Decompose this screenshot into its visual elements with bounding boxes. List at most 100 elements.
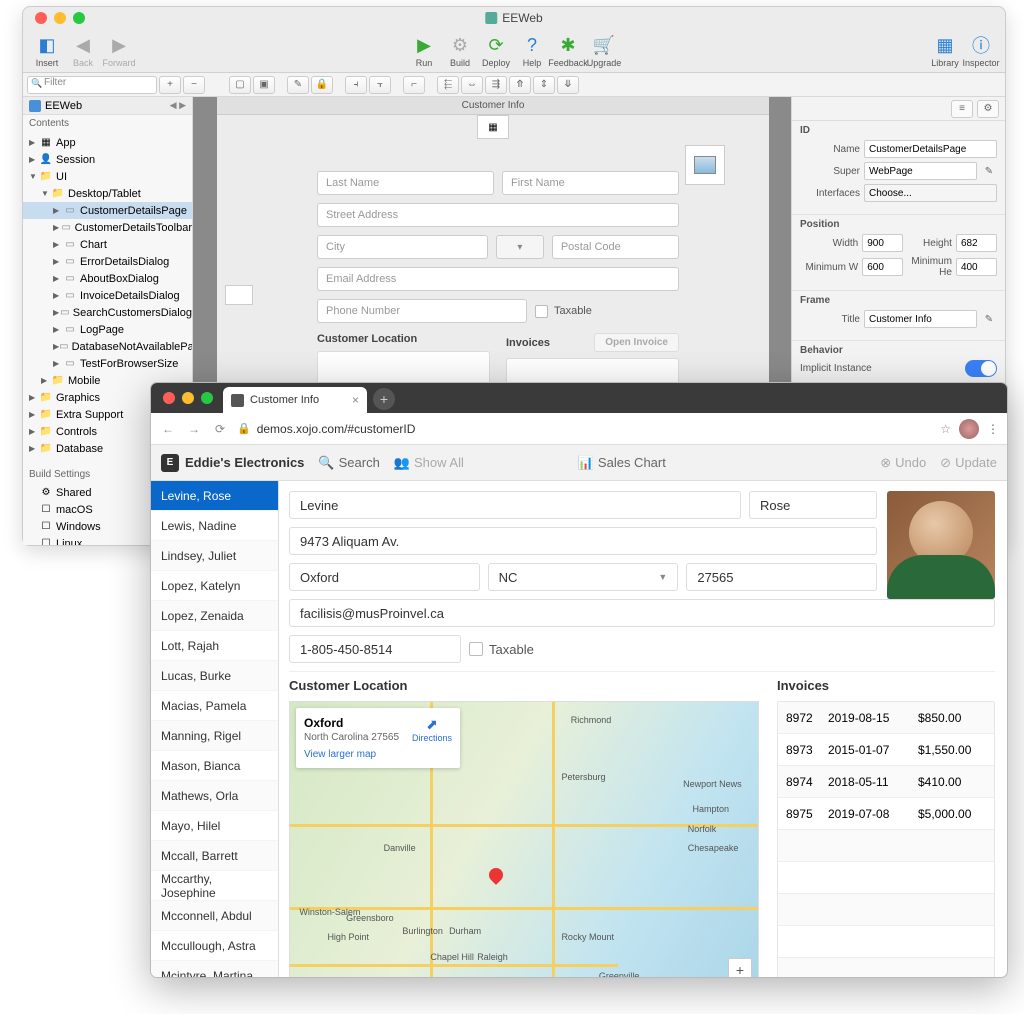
bookmark-icon[interactable]: ☆ [940, 422, 951, 436]
customer-item[interactable]: Levine, Rose [151, 481, 278, 511]
invoice-row[interactable]: 89722019-08-15$850.00 [778, 702, 994, 734]
email-field[interactable]: Email Address [317, 267, 679, 291]
super-input[interactable]: WebPage [864, 162, 977, 180]
first-name-input[interactable]: Rose [749, 491, 877, 519]
customer-item[interactable]: Mayo, Hilel [151, 811, 278, 841]
customer-list[interactable]: Levine, Rose Lewis, Nadine Lindsey, Juli… [151, 481, 279, 977]
help-button[interactable]: ?Help [516, 33, 548, 68]
phone-input[interactable]: 1-805-450-8514 [289, 635, 461, 663]
arrange-tool-1[interactable]: ⌐ [403, 76, 425, 94]
tree-item[interactable]: ▶▭LogPage [23, 321, 192, 338]
browser-tab[interactable]: Customer Info × [223, 387, 367, 413]
inspector-tab-1[interactable]: ≡ [951, 100, 973, 118]
browser-reload-button[interactable]: ⟳ [211, 422, 229, 436]
width-input[interactable]: 900 [862, 234, 903, 252]
feedback-button[interactable]: ✱Feedback [552, 33, 584, 68]
implicit-toggle[interactable] [965, 360, 997, 377]
customer-item[interactable]: Lopez, Zenaida [151, 601, 278, 631]
tree-item[interactable]: ▶▭AboutBoxDialog [23, 270, 192, 287]
tree-item[interactable]: ▶▭TestForBrowserSize [23, 355, 192, 372]
align-right[interactable]: ⇶ [485, 76, 507, 94]
phone-field[interactable]: Phone Number [317, 299, 527, 323]
align-middle[interactable]: ⇕ [533, 76, 555, 94]
profile-avatar[interactable] [959, 419, 979, 439]
close-icon[interactable] [35, 12, 47, 24]
customer-item[interactable]: Macias, Pamela [151, 691, 278, 721]
showall-button[interactable]: 👥Show All [394, 455, 464, 471]
build-button[interactable]: ⚙Build [444, 33, 476, 68]
add-button[interactable]: + [159, 76, 181, 94]
last-name-field[interactable]: Last Name [317, 171, 494, 195]
align-center-h[interactable]: ⇔ [461, 76, 483, 94]
city-field[interactable]: City [317, 235, 488, 259]
close-icon[interactable] [163, 392, 175, 404]
minw-input[interactable]: 600 [862, 258, 903, 276]
customer-item[interactable]: Manning, Rigel [151, 721, 278, 751]
browser-back-button[interactable]: ← [159, 422, 177, 436]
filter-input[interactable]: Filter [27, 76, 157, 94]
url-field[interactable]: 🔒demos.xojo.com/#customerID [237, 422, 932, 436]
minimize-icon[interactable] [54, 12, 66, 24]
customer-item[interactable]: Mcintyre, Martina [151, 961, 278, 977]
interfaces-button[interactable]: Choose... [864, 184, 997, 202]
tree-desktop[interactable]: ▼📁Desktop/Tablet [23, 185, 192, 202]
maximize-icon[interactable] [201, 392, 213, 404]
customer-item[interactable]: Mccarthy, Josephine [151, 871, 278, 901]
state-select[interactable]: NC▼ [488, 563, 679, 591]
edit-tool-1[interactable]: ✎ [287, 76, 309, 94]
menu-icon[interactable]: ⋮ [987, 422, 999, 436]
align-tool-2[interactable]: ⫟ [369, 76, 391, 94]
title-input[interactable]: Customer Info [864, 310, 977, 328]
back-button[interactable]: ◀Back [67, 33, 99, 68]
align-left[interactable]: ⬱ [437, 76, 459, 94]
layout-tool-1[interactable]: ▢ [229, 76, 251, 94]
sales-chart-button[interactable]: 📊Sales Chart [578, 455, 666, 471]
zoom-in-button[interactable]: + [729, 959, 751, 977]
insert-button[interactable]: ◧Insert [31, 33, 63, 68]
browser-forward-button[interactable]: → [185, 422, 203, 436]
update-button[interactable]: ⊘Update [940, 455, 997, 471]
tree-app[interactable]: ▶▦App [23, 134, 192, 151]
navigator-header[interactable]: EEWeb◀ ▶ [23, 97, 192, 115]
customer-item[interactable]: Mccall, Barrett [151, 841, 278, 871]
last-name-input[interactable]: Levine [289, 491, 741, 519]
library-button[interactable]: ▦Library [929, 33, 961, 68]
align-tool-1[interactable]: ⫞ [345, 76, 367, 94]
upgrade-button[interactable]: 🛒Upgrade [588, 33, 620, 68]
minimize-icon[interactable] [182, 392, 194, 404]
customer-item[interactable]: Lewis, Nadine [151, 511, 278, 541]
name-input[interactable]: CustomerDetailsPage [864, 140, 997, 158]
layout-tool-2[interactable]: ▣ [253, 76, 275, 94]
tab-close-icon[interactable]: × [352, 393, 359, 407]
customer-item[interactable]: Mcconnell, Abdul [151, 901, 278, 931]
lock-tool[interactable]: 🔒 [311, 76, 333, 94]
invoice-row[interactable]: 89732015-01-07$1,550.00 [778, 734, 994, 766]
tree-customerdetailspage[interactable]: ▶▭CustomerDetailsPage [23, 202, 192, 219]
remove-button[interactable]: − [183, 76, 205, 94]
view-larger-link[interactable]: View larger map [304, 749, 452, 760]
invoice-row[interactable]: 89742018-05-11$410.00 [778, 766, 994, 798]
maximize-icon[interactable] [73, 12, 85, 24]
tree-session[interactable]: ▶👤Session [23, 151, 192, 168]
run-button[interactable]: ▶Run [408, 33, 440, 68]
customer-item[interactable]: Lucas, Burke [151, 661, 278, 691]
invoice-row[interactable]: 89752019-07-08$5,000.00 [778, 798, 994, 830]
toolbar-placeholder[interactable]: ▦ [477, 115, 509, 139]
street-field[interactable]: Street Address [317, 203, 679, 227]
tree-item[interactable]: ▶▭CustomerDetailsToolbar [23, 219, 192, 236]
customer-item[interactable]: Mason, Bianca [151, 751, 278, 781]
tree-item[interactable]: ▶▭InvoiceDetailsDialog [23, 287, 192, 304]
deploy-button[interactable]: ⟳Deploy [480, 33, 512, 68]
email-input[interactable]: facilisis@musProinvel.ca [289, 599, 995, 627]
city-input[interactable]: Oxford [289, 563, 480, 591]
customer-item[interactable]: Lindsey, Juliet [151, 541, 278, 571]
postal-field[interactable]: Postal Code [552, 235, 679, 259]
directions-button[interactable]: ⬈Directions [412, 716, 452, 743]
tree-item[interactable]: ▶▭DatabaseNotAvailablePage [23, 338, 192, 355]
pencil-icon[interactable]: ✎ [981, 163, 997, 179]
state-select[interactable]: ▾ [496, 235, 544, 259]
first-name-field[interactable]: First Name [502, 171, 679, 195]
undo-button[interactable]: ⊗Undo [880, 455, 926, 471]
street-input[interactable]: 9473 Aliquam Av. [289, 527, 877, 555]
map[interactable]: Richmond Petersburg Newport News Hampton… [289, 701, 759, 977]
